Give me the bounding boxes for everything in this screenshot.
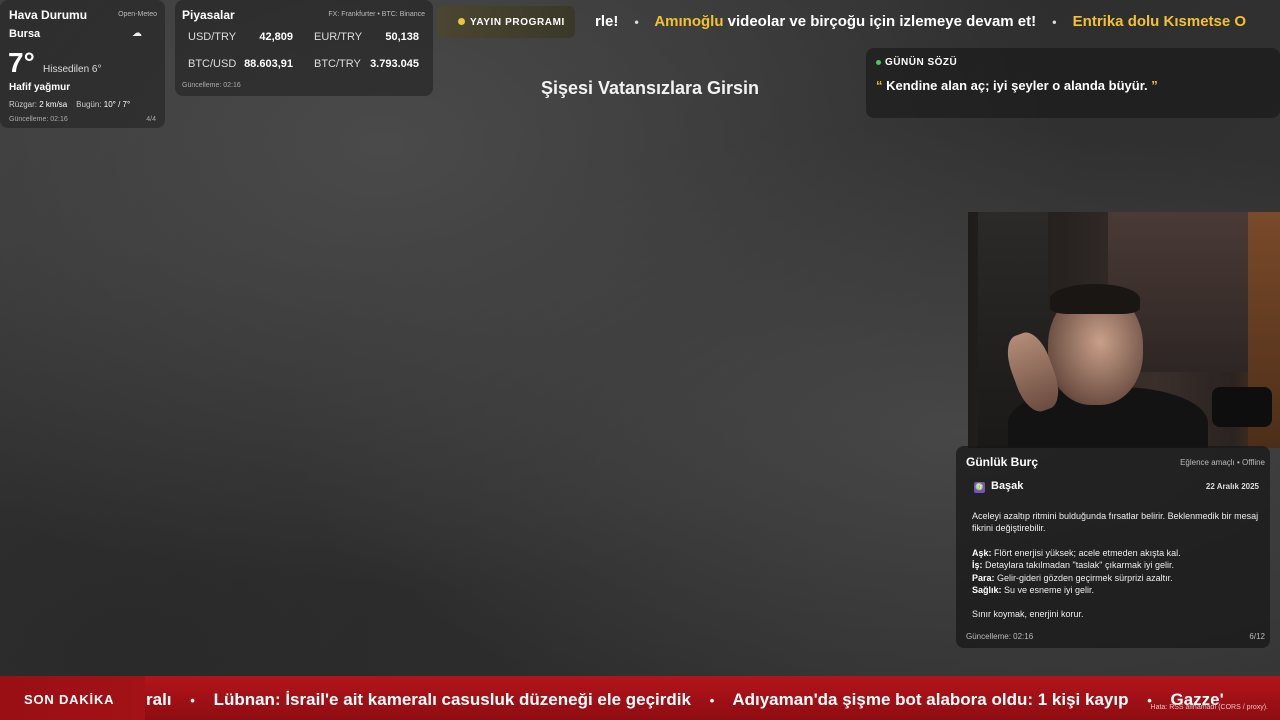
- rate-btc-usd: BTC/USD 88.603,91: [188, 58, 293, 72]
- schedule-badge: YAYIN PROGRAMI: [437, 6, 575, 38]
- news-item: ralı: [146, 690, 172, 709]
- weather-title: Hava Durumu: [9, 8, 88, 22]
- work-text: Detaylara takılmadan "taslak" çıkarmak i…: [982, 560, 1174, 571]
- wind-label: Rüzgar:: [9, 100, 38, 109]
- horoscope-health: Sağlık: Su ve esneme iyi gelir.: [972, 584, 1262, 596]
- markets-updated: Güncelleme: 02:16: [182, 82, 241, 89]
- money-label: Para:: [972, 572, 995, 583]
- rate-label: EUR/TRY: [314, 31, 363, 43]
- weather-details: Rüzgar: 2 km/sa Bugün: 10° / 7°: [9, 100, 130, 109]
- wind-value: 2 km/sa: [39, 100, 68, 109]
- ticker-item: videolar ve birçoğu için izlemeye devam …: [723, 13, 1037, 30]
- cloud-sun-icon: ☁: [132, 28, 142, 39]
- ticker-item-highlight: Amınoğlu: [654, 13, 724, 30]
- horoscope-page-indicator: 6/12: [1249, 632, 1265, 641]
- rate-label: BTC/USD: [188, 58, 237, 70]
- weather-updated: Güncelleme: 02:16: [9, 116, 68, 123]
- horoscope-love: Aşk: Flört enerjisi yüksek; acele etmede…: [972, 547, 1262, 559]
- virgo-icon: ♍: [974, 482, 985, 493]
- quote-body: Kendine alan aç; iyi şeyler o alanda büy…: [882, 78, 1152, 93]
- quote-widget: GÜNÜN SÖZÜ “ Kendine alan aç; iyi şeyler…: [866, 48, 1280, 118]
- horoscope-updated: Güncelleme: 02:16: [966, 632, 1034, 641]
- markets-widget: Piyasalar FX: Frankfurter • BTC: Binance…: [175, 0, 433, 96]
- rate-eur-try: EUR/TRY 50,138: [314, 31, 419, 45]
- rate-label: USD/TRY: [188, 31, 237, 43]
- news-separator: •: [709, 693, 715, 708]
- rate-usd-try: USD/TRY 42,809: [188, 31, 293, 45]
- health-text: Su ve esneme iyi gelir.: [1001, 585, 1095, 596]
- weather-feels-like: Hissedilen 6°: [43, 64, 102, 75]
- ticker-item: rle!: [595, 13, 619, 30]
- weather-widget: Hava Durumu Open-Meteo Bursa ☁ 7° Hissed…: [0, 0, 165, 128]
- rss-error-message: Hata: RSS alınamadı (CORS / proxy).: [1150, 704, 1268, 711]
- horoscope-sign: Başak: [991, 480, 1024, 492]
- money-text: Gelir-gideri gözden geçirmek sürprizi az…: [994, 572, 1173, 583]
- weather-page-indicator: 4/4: [146, 116, 156, 123]
- quote-text: “ Kendine alan aç; iyi şeyler o alanda b…: [876, 78, 1158, 93]
- horoscope-closing: Sınır koymak, enerjini korur.: [972, 609, 1084, 620]
- horoscope-work: İş: Detaylara takılmadan "taslak" çıkarm…: [972, 559, 1262, 571]
- breaking-news-label: SON DAKİKA: [24, 692, 115, 707]
- horoscope-source: Eğlence amaçlı • Offline: [1180, 458, 1265, 467]
- horoscope-date: 22 Aralık 2025: [1205, 482, 1259, 491]
- ticker-separator: •: [634, 15, 639, 29]
- today-label: Bugün:: [76, 100, 102, 109]
- breaking-news-bar: SON DAKİKA ralı • Lübnan: İsrail'e ait k…: [0, 676, 1280, 720]
- horoscope-money: Para: Gelir-gideri gözden geçirmek sürpr…: [972, 572, 1262, 584]
- markets-source: FX: Frankfurter • BTC: Binance: [328, 11, 425, 18]
- weather-city: Bursa: [9, 28, 41, 40]
- schedule-ticker: YAYIN PROGRAMI rle! • Amınoğlu videolar …: [437, 0, 1280, 44]
- rate-value: 42,809: [259, 31, 293, 43]
- rate-value: 3.793.045: [370, 58, 419, 70]
- news-separator: •: [190, 693, 195, 708]
- work-label: İş:: [972, 560, 983, 571]
- breaking-news-track: ralı • Lübnan: İsrail'e ait kameralı cas…: [146, 690, 1224, 710]
- love-text: Flört enerjisi yüksek; acele etmeden akı…: [991, 547, 1181, 558]
- news-item: Lübnan: İsrail'e ait kameralı casusluk d…: [213, 690, 691, 709]
- microphone-icon: [1212, 387, 1272, 427]
- markets-title: Piyasalar: [182, 8, 235, 22]
- webcam-person: [1050, 284, 1140, 314]
- weather-condition: Hafif yağmur: [9, 82, 71, 93]
- quote-label: GÜNÜN SÖZÜ: [885, 57, 958, 68]
- horoscope-body: Aceleyi azaltıp ritmini bulduğunda fırsa…: [972, 510, 1262, 621]
- news-item: Adıyaman'da şişme bot alabora oldu: 1 ki…: [732, 690, 1129, 709]
- rate-value: 50,138: [385, 31, 419, 43]
- weather-temperature: 7°: [8, 47, 35, 78]
- horoscope-widget: Günlük Burç Eğlence amaçlı • Offline ♍ B…: [956, 446, 1270, 648]
- stream-title: Şişesi Vatansızlara Girsin: [540, 78, 760, 98]
- today-value: 10° / 7°: [103, 100, 131, 109]
- horoscope-intro: Aceleyi azaltıp ritmini bulduğunda fırsa…: [972, 511, 1259, 534]
- rate-value: 88.603,91: [244, 58, 293, 70]
- status-dot-icon: [876, 60, 881, 65]
- weather-source: Open-Meteo: [118, 11, 157, 18]
- love-label: Aşk:: [972, 547, 992, 558]
- schedule-ticker-track: rle! • Amınoğlu videolar ve birçoğu için…: [595, 13, 1246, 30]
- webcam-feed: [968, 212, 1280, 448]
- health-label: Sağlık:: [972, 585, 1002, 596]
- rate-label: BTC/TRY: [314, 58, 361, 70]
- horoscope-title: Günlük Burç: [966, 455, 1039, 469]
- schedule-badge-label: YAYIN PROGRAMI: [470, 17, 565, 28]
- rate-btc-try: BTC/TRY 3.793.045: [314, 58, 419, 72]
- ticker-item-highlight: Entrika dolu Kısmetse O: [1072, 13, 1247, 30]
- ticker-separator: •: [1052, 15, 1057, 29]
- quote-close-mark: ”: [1151, 78, 1158, 93]
- live-dot-icon: [458, 18, 465, 25]
- breaking-news-badge: SON DAKİKA: [0, 676, 145, 720]
